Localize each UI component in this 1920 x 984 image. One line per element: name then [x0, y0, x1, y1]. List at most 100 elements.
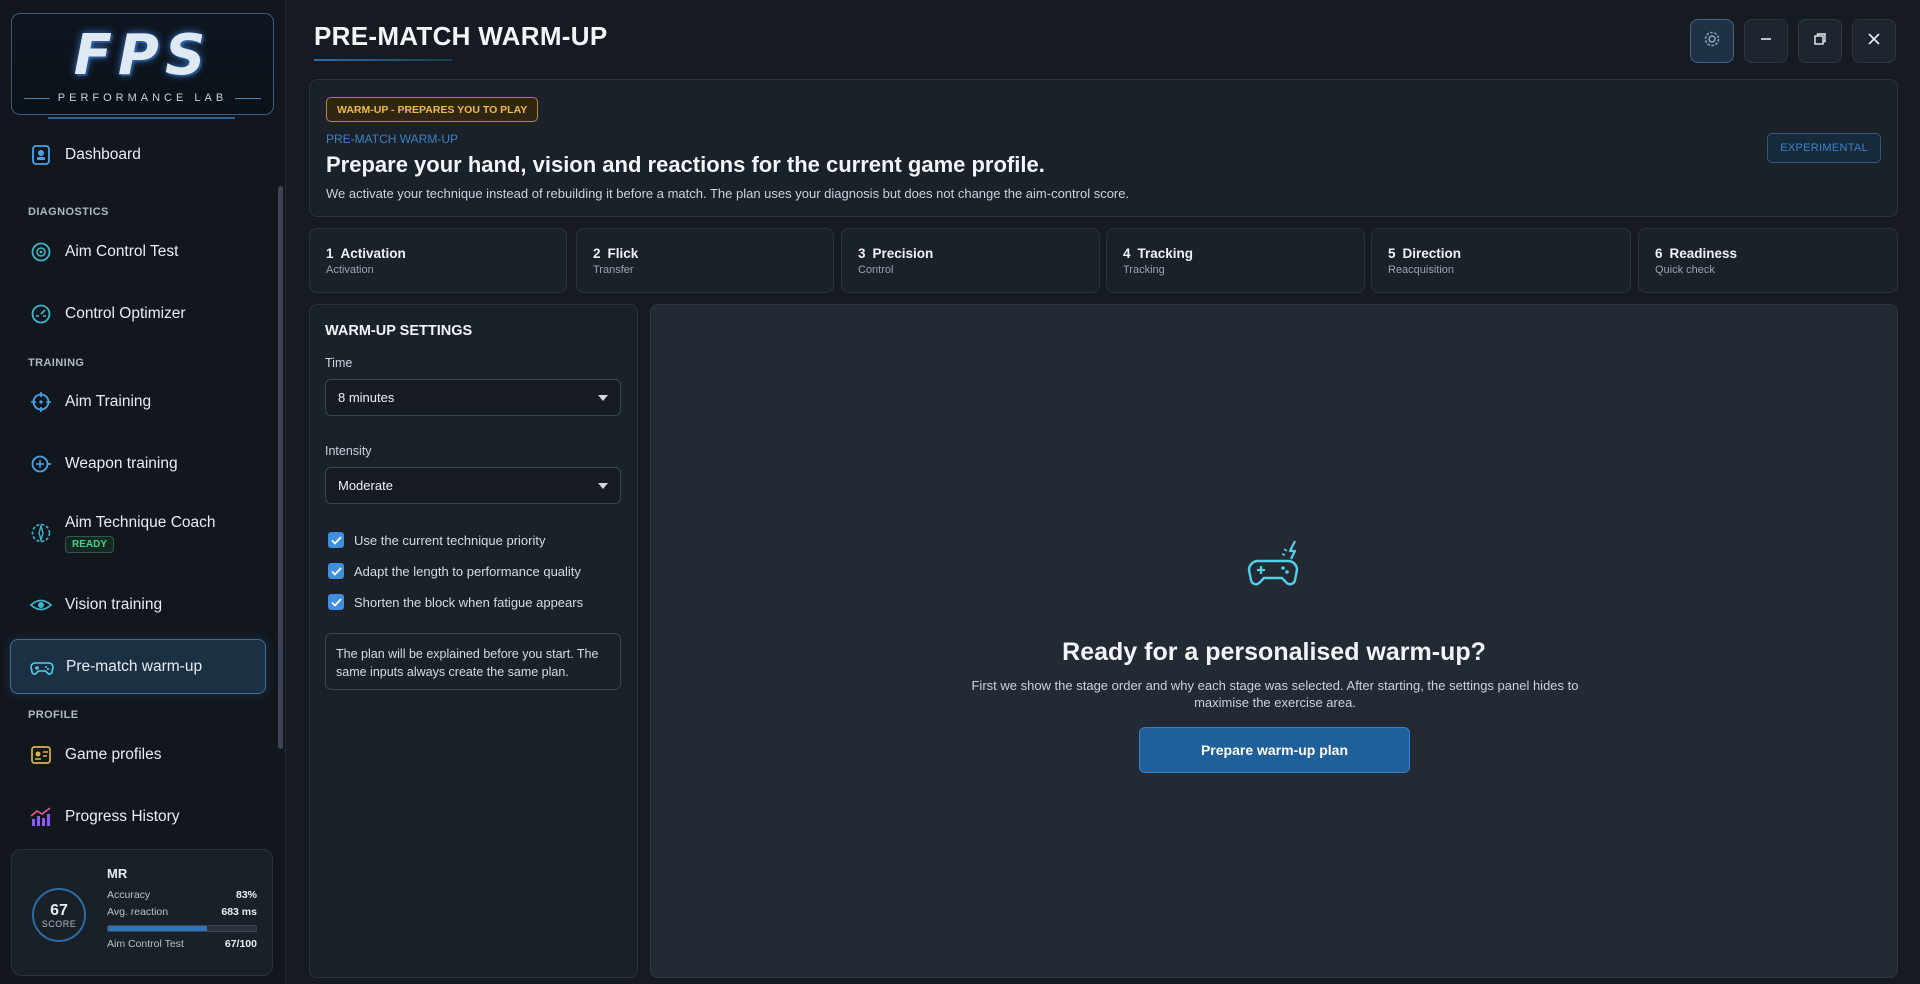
user-profile-card[interactable]: 67 SCORE MR Accuracy 83% Avg. reaction 6…	[11, 849, 273, 976]
page-title: PRE-MATCH WARM-UP	[314, 21, 608, 51]
sidebar-item-aim-control-test[interactable]: Aim Control Test	[10, 227, 266, 277]
sidebar-item-game-profiles[interactable]: Game profiles	[10, 730, 266, 780]
score-value: 67	[50, 901, 68, 919]
step-title: 3 Precision	[858, 246, 1083, 261]
intro-kicker: PRE-MATCH WARM-UP	[326, 132, 458, 146]
step-number: 3	[858, 246, 866, 261]
sidebar-item-vision-training[interactable]: Vision training	[10, 580, 266, 630]
sidebar-item-aim-technique-coach[interactable]: Aim Technique Coach READY	[10, 503, 266, 563]
user-name: MR	[107, 866, 128, 881]
step-subtitle: Activation	[326, 264, 374, 276]
prepare-plan-button[interactable]: Prepare warm-up plan	[1139, 727, 1410, 773]
check-technique-priority[interactable]: Use the current technique priority	[328, 532, 545, 548]
target-icon	[28, 239, 54, 265]
warmup-badge: WARM-UP - PREPARES YOU TO PLAY	[326, 97, 539, 122]
test-label: Aim Control Test	[107, 938, 184, 950]
step-number: 4	[1123, 246, 1131, 261]
checkbox[interactable]	[328, 594, 344, 610]
step-title: 6 Readiness	[1655, 246, 1881, 261]
coach-text-wrap: Aim Technique Coach READY	[65, 514, 216, 553]
step-subtitle: Reacquisition	[1388, 264, 1455, 276]
logo-subtitle: PERFORMANCE LAB	[12, 92, 273, 104]
sidebar-item-control-optimizer[interactable]: Control Optimizer	[10, 289, 266, 339]
gear-icon	[1703, 30, 1721, 53]
plan-note: The plan will be explained before you st…	[325, 633, 621, 690]
step-subtitle: Quick check	[1655, 264, 1715, 276]
step-title: 1 Activation	[326, 246, 550, 261]
minimize-icon	[1759, 32, 1773, 51]
step-subtitle: Tracking	[1123, 264, 1165, 276]
step-subtitle: Control	[858, 264, 894, 276]
step-name: Readiness	[1669, 246, 1738, 261]
step-number: 2	[593, 246, 601, 261]
stage-description: First we show the stage order and why ea…	[971, 678, 1579, 710]
check-label: Shorten the block when fatigue appears	[354, 594, 584, 610]
intensity-select[interactable]: Moderate	[325, 467, 621, 504]
chevron-down-icon	[598, 483, 608, 489]
checkbox[interactable]	[328, 563, 344, 579]
step-name: Precision	[872, 246, 934, 261]
step-direction[interactable]: 5 Direction Reacquisition	[1371, 228, 1631, 293]
step-title: 4 Tracking	[1123, 246, 1348, 261]
minimize-button[interactable]	[1744, 19, 1788, 63]
experimental-badge: EXPERIMENTAL	[1767, 133, 1881, 163]
section-label-diagnostics: DIAGNOSTICS	[28, 206, 109, 218]
sidebar-item-pre-match-warmup[interactable]: Pre-match warm-up	[10, 639, 266, 694]
maximize-button[interactable]	[1798, 19, 1842, 63]
sidebar-item-progress-history[interactable]: Progress History	[10, 792, 266, 842]
settings-button[interactable]	[1690, 19, 1734, 63]
logo-divider	[48, 117, 235, 119]
time-label: Time	[325, 356, 353, 370]
step-tracking[interactable]: 4 Tracking Tracking	[1106, 228, 1365, 293]
restore-icon	[1813, 32, 1827, 51]
accuracy-label: Accuracy	[107, 889, 151, 901]
sidebar-item-weapon-training[interactable]: Weapon training	[10, 439, 266, 489]
section-label-training: TRAINING	[28, 357, 85, 369]
close-icon	[1867, 32, 1881, 51]
step-name: Tracking	[1137, 246, 1194, 261]
gauge-icon	[28, 301, 54, 327]
sidebar-item-label: Aim Training	[65, 393, 152, 410]
chart-trend-icon	[28, 804, 54, 830]
close-button[interactable]	[1852, 19, 1896, 63]
step-activation[interactable]: 1 Activation Activation	[309, 228, 567, 293]
sidebar-item-label: Progress History	[65, 808, 180, 825]
step-number: 6	[1655, 246, 1663, 261]
sidebar: FPS PERFORMANCE LAB Dashboard DIAGNOSTIC…	[0, 0, 286, 984]
sidebar-item-label: Dashboard	[65, 146, 141, 163]
score-label: SCORE	[41, 918, 77, 929]
ready-badge: READY	[65, 535, 115, 553]
intro-heading: Prepare your hand, vision and reactions …	[326, 152, 1045, 177]
step-flick[interactable]: 2 Flick Transfer	[576, 228, 834, 293]
test-progress-fill	[108, 926, 208, 931]
check-icon	[330, 535, 342, 545]
check-adapt-length[interactable]: Adapt the length to performance quality	[328, 563, 581, 579]
app-logo[interactable]: FPS PERFORMANCE LAB	[11, 13, 274, 115]
weapon-scope-icon	[28, 451, 54, 477]
intensity-select-value: Moderate	[338, 478, 393, 493]
accuracy-value: 83%	[235, 889, 257, 901]
time-select[interactable]: 8 minutes	[325, 379, 621, 416]
intro-card: WARM-UP - PREPARES YOU TO PLAY PRE-MATCH…	[309, 79, 1898, 217]
step-precision[interactable]: 3 Precision Control	[841, 228, 1100, 293]
eye-icon	[28, 592, 54, 618]
sidebar-item-label: Weapon training	[65, 455, 178, 472]
sidebar-item-label: Aim Control Test	[65, 243, 179, 260]
settings-title: WARM-UP SETTINGS	[325, 323, 473, 339]
check-shorten-fatigue[interactable]: Shorten the block when fatigue appears	[328, 594, 583, 610]
sidebar-item-dashboard[interactable]: Dashboard	[10, 130, 266, 180]
check-icon	[330, 597, 342, 607]
dashboard-icon	[28, 142, 54, 168]
accuracy-row: Accuracy 83%	[107, 889, 257, 901]
test-value: 67/100	[224, 938, 257, 950]
checkbox[interactable]	[328, 532, 344, 548]
intensity-label: Intensity	[325, 444, 372, 458]
stage-heading: Ready for a personalised warm-up?	[1062, 638, 1486, 666]
test-progress-bar	[107, 925, 257, 932]
title-underline	[314, 59, 452, 61]
step-name: Flick	[607, 246, 639, 261]
step-number: 5	[1388, 246, 1396, 261]
sidebar-scrollbar[interactable]	[278, 186, 283, 749]
step-readiness[interactable]: 6 Readiness Quick check	[1638, 228, 1898, 293]
sidebar-item-aim-training[interactable]: Aim Training	[10, 377, 266, 427]
